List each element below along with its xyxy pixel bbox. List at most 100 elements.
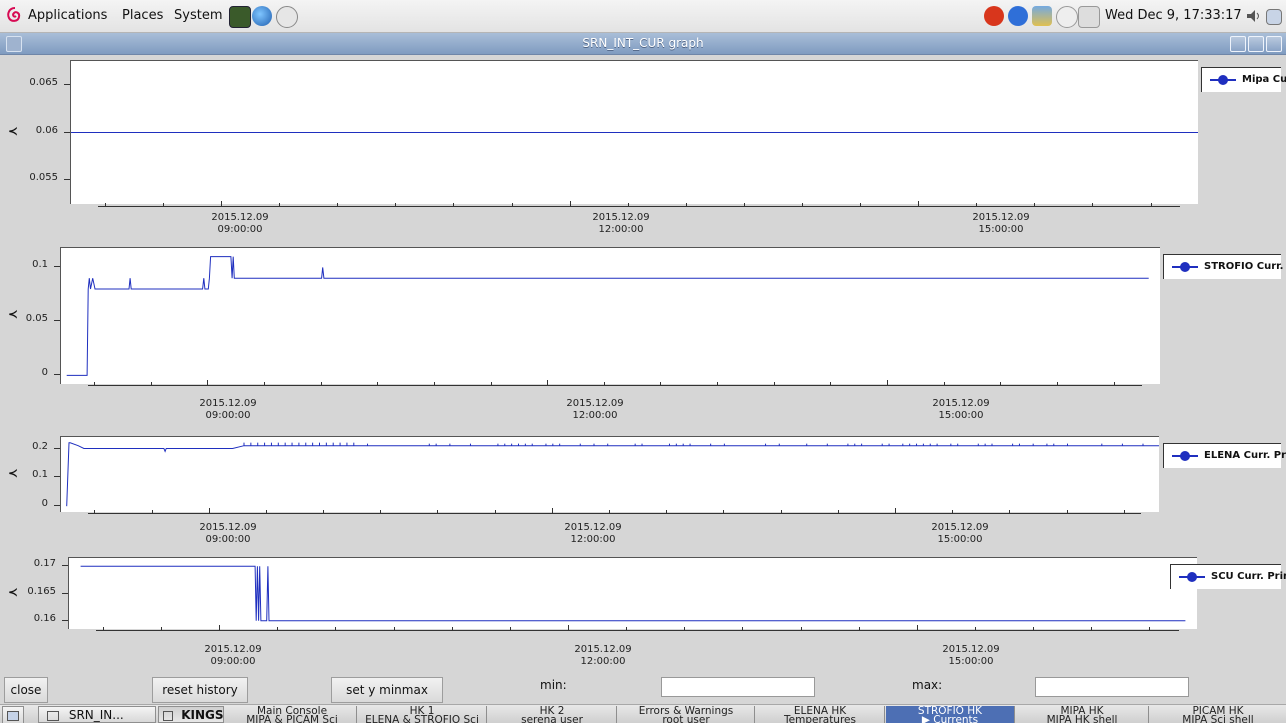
y-tick <box>54 266 60 267</box>
volume-icon[interactable] <box>1244 6 1264 26</box>
x-minor-tick <box>1057 382 1058 385</box>
x-tick-time: 12:00:00 <box>550 410 640 422</box>
workspace-2[interactable]: HK 1 ELENA & STROFIO Sci <box>358 706 487 723</box>
x-minor-tick <box>830 382 831 385</box>
x-minor-tick <box>684 627 685 630</box>
places-menu[interactable]: Places <box>122 8 163 23</box>
x-tick-time: 12:00:00 <box>558 656 648 668</box>
show-desktop-icon[interactable] <box>1266 9 1282 25</box>
applications-menu[interactable]: Applications <box>28 8 107 23</box>
y-tick-label: 0.16 <box>16 613 56 624</box>
terminal-launcher-icon[interactable] <box>229 6 251 28</box>
x-minor-tick <box>952 510 953 513</box>
x-minor-tick <box>1151 203 1152 206</box>
x-tick-date: 2015.12.09 <box>548 522 638 534</box>
x-tick-date: 2015.12.09 <box>183 522 273 534</box>
y-axis-label: ≺ <box>8 307 18 321</box>
x-tick-date: 2015.12.09 <box>183 398 273 410</box>
clock[interactable]: Wed Dec 9, 17:33:17 <box>1105 8 1242 23</box>
update-notifier-icon[interactable] <box>984 6 1004 26</box>
mail-client-icon[interactable] <box>276 6 298 28</box>
plot-area-2[interactable] <box>60 247 1160 384</box>
y-axis-label: ≺ <box>8 466 18 480</box>
x-minor-tick <box>1009 510 1010 513</box>
y-tick <box>62 620 68 621</box>
legend-label: ELENA Curr. Prim <box>1204 450 1286 461</box>
x-major-tick <box>570 201 571 206</box>
x-minor-tick <box>686 203 687 206</box>
y-tick-label: 0.2 <box>8 441 48 452</box>
legend-marker-icon <box>1180 262 1190 272</box>
workspace-6[interactable]: STROFIO HK ▶ Currents <box>886 706 1015 723</box>
x-minor-tick <box>1124 510 1125 513</box>
plot-area-1[interactable] <box>70 60 1198 204</box>
series-line-2 <box>67 257 1149 376</box>
x-major-tick <box>207 380 208 385</box>
x-tick-date: 2015.12.09 <box>916 398 1006 410</box>
x-tick-date: 2015.12.09 <box>195 212 285 224</box>
x-minor-tick <box>1092 203 1093 206</box>
workspace-7[interactable]: MIPA HK MIPA HK shell <box>1016 706 1149 723</box>
display-icon[interactable] <box>1032 6 1052 26</box>
x-minor-tick <box>321 382 322 385</box>
set-y-minmax-button[interactable]: set y minmax <box>331 677 443 703</box>
workspace-8[interactable]: PICAM HK MIPA Sci shell <box>1150 706 1286 723</box>
minimize-icon[interactable] <box>1230 36 1246 52</box>
x-minor-tick <box>628 203 629 206</box>
system-menu[interactable]: System <box>174 8 222 23</box>
x-tick-label: 2015.12.09 12:00:00 <box>558 644 648 668</box>
x-minor-tick <box>666 510 667 513</box>
x-minor-tick <box>512 203 513 206</box>
y-tick-label: 0.17 <box>16 558 56 569</box>
search-icon[interactable] <box>1056 6 1078 28</box>
y-tick <box>54 374 60 375</box>
x-tick-label: 2015.12.09 15:00:00 <box>956 212 1046 236</box>
y-axis-label: ≺ <box>8 124 18 138</box>
x-tick-time: 12:00:00 <box>548 534 638 546</box>
reset-history-button[interactable]: reset history <box>152 677 248 703</box>
min-input[interactable] <box>661 677 815 697</box>
y-tick <box>64 84 70 85</box>
close-button[interactable]: close <box>4 677 48 703</box>
workspace-4[interactable]: Errors & Warnings root user <box>618 706 755 723</box>
legend-1: Mipa Curr <box>1201 67 1281 92</box>
x-minor-tick <box>1149 627 1150 630</box>
legend-marker-icon <box>1218 75 1228 85</box>
x-tick-label: 2015.12.09 12:00:00 <box>548 522 638 546</box>
task-srn-int[interactable]: SRN_IN... <box>38 706 156 723</box>
show-desktop-button[interactable] <box>2 706 24 723</box>
web-browser-icon[interactable] <box>252 6 272 26</box>
workspace-3[interactable]: HK 2 serena user <box>488 706 617 723</box>
x-minor-tick <box>976 203 977 206</box>
x-tick-time: 15:00:00 <box>956 224 1046 236</box>
x-minor-tick <box>380 510 381 513</box>
x-minor-tick <box>723 510 724 513</box>
legend-marker-icon <box>1187 572 1197 582</box>
legend-3: ELENA Curr. Prim <box>1163 443 1281 468</box>
close-window-icon[interactable] <box>1266 36 1282 52</box>
x-major-tick <box>568 625 569 630</box>
x-minor-tick <box>859 627 860 630</box>
x-minor-tick <box>453 203 454 206</box>
workspace-1[interactable]: Main Console MIPA & PICAM Sci <box>228 706 357 723</box>
clipboard-icon[interactable] <box>1078 6 1100 28</box>
x-minor-tick <box>626 627 627 630</box>
x-minor-tick <box>860 203 861 206</box>
workspace-5[interactable]: ELENA HK Temperatures <box>756 706 885 723</box>
y-axis-label: ≺ <box>8 585 18 599</box>
maximize-icon[interactable] <box>1248 36 1264 52</box>
x-minor-tick <box>337 203 338 206</box>
accessibility-icon[interactable] <box>1008 6 1028 26</box>
x-minor-tick <box>944 382 945 385</box>
plot-area-3[interactable] <box>60 436 1159 512</box>
plot-area-4[interactable] <box>68 557 1197 629</box>
window-titlebar[interactable]: SRN_INT_CUR graph <box>0 33 1286 55</box>
x-tick-date: 2015.12.09 <box>926 644 1016 656</box>
x-minor-tick <box>660 382 661 385</box>
task-kings[interactable]: KINGS... <box>158 706 224 723</box>
debian-logo-icon[interactable] <box>6 6 22 24</box>
y-tick <box>62 565 68 566</box>
max-input[interactable] <box>1035 677 1189 697</box>
x-minor-tick <box>1034 203 1035 206</box>
x-major-tick <box>219 625 220 630</box>
